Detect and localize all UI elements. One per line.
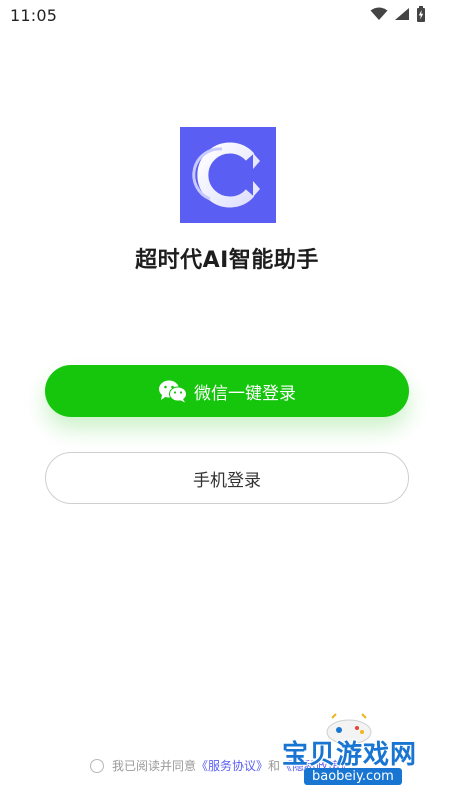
status-bar: 11:05: [0, 0, 454, 32]
battery-icon: [416, 6, 426, 22]
app-title: 超时代AI智能助手: [135, 248, 319, 273]
phone-login-button[interactable]: 手机登录: [45, 452, 409, 504]
wechat-login-button[interactable]: 微信一键登录: [45, 365, 409, 417]
signal-icon: [394, 7, 410, 21]
agreement-checkbox[interactable]: [90, 758, 104, 773]
app-logo: [180, 127, 276, 223]
status-time: 11:05: [10, 6, 58, 25]
watermark-domain: baobeiy.com: [304, 768, 402, 785]
phone-login-label: 手机登录: [193, 470, 261, 491]
wechat-login-label: 微信一键登录: [194, 383, 296, 404]
logo-c-icon: [192, 142, 260, 208]
watermark-title: 宝贝游戏网: [282, 740, 418, 770]
status-icons: [370, 6, 426, 22]
agreement-prefix: 我已阅读并同意: [112, 759, 197, 773]
wifi-icon: [370, 7, 388, 21]
wechat-icon: [158, 379, 188, 403]
service-agreement-link[interactable]: 《服务协议》: [196, 757, 268, 774]
watermark: 宝贝游戏网 baobeiy.com: [274, 712, 454, 804]
